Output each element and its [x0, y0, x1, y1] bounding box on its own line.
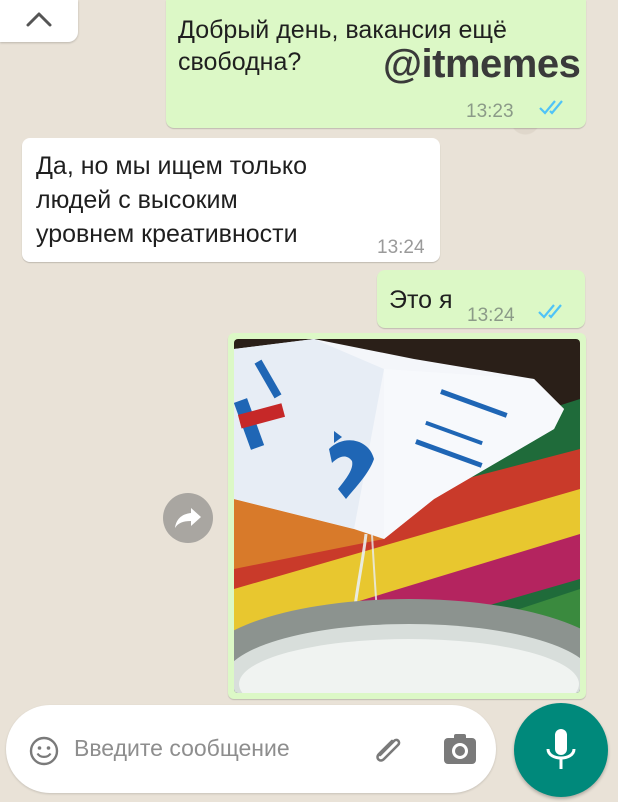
message-time: 13:23 [466, 101, 514, 122]
message-text: Да, но мы ищем только [36, 152, 308, 180]
message-photo[interactable] [228, 333, 586, 699]
message-text: людей с высоким [36, 186, 238, 214]
message-text: уровнем креативности [36, 220, 298, 248]
double-check-icon [538, 304, 562, 319]
mic-icon [546, 729, 576, 769]
message-time: 13:24 [377, 237, 425, 258]
collapse-button[interactable] [0, 0, 78, 42]
camera-icon[interactable] [442, 732, 478, 766]
forward-icon [175, 508, 201, 528]
message-incoming[interactable]: Да, но мы ищем только людей с высоким ур… [22, 138, 440, 262]
message-outgoing[interactable]: Это я 13:24 [377, 270, 585, 328]
chevron-up-icon [26, 12, 52, 27]
message-text: Это я [389, 286, 453, 314]
message-input-bar[interactable]: Введите сообщение [6, 705, 496, 793]
emoji-icon[interactable] [28, 735, 60, 767]
forward-button[interactable] [163, 493, 213, 543]
mic-button[interactable] [514, 703, 608, 797]
double-check-icon [539, 100, 563, 115]
message-text: свободна? [178, 48, 302, 76]
watermark: @itmemes [383, 42, 581, 86]
message-input[interactable]: Введите сообщение [74, 735, 290, 762]
milk-packet-photo[interactable] [234, 339, 580, 693]
message-time: 13:24 [467, 305, 515, 326]
attach-icon[interactable] [368, 729, 408, 769]
